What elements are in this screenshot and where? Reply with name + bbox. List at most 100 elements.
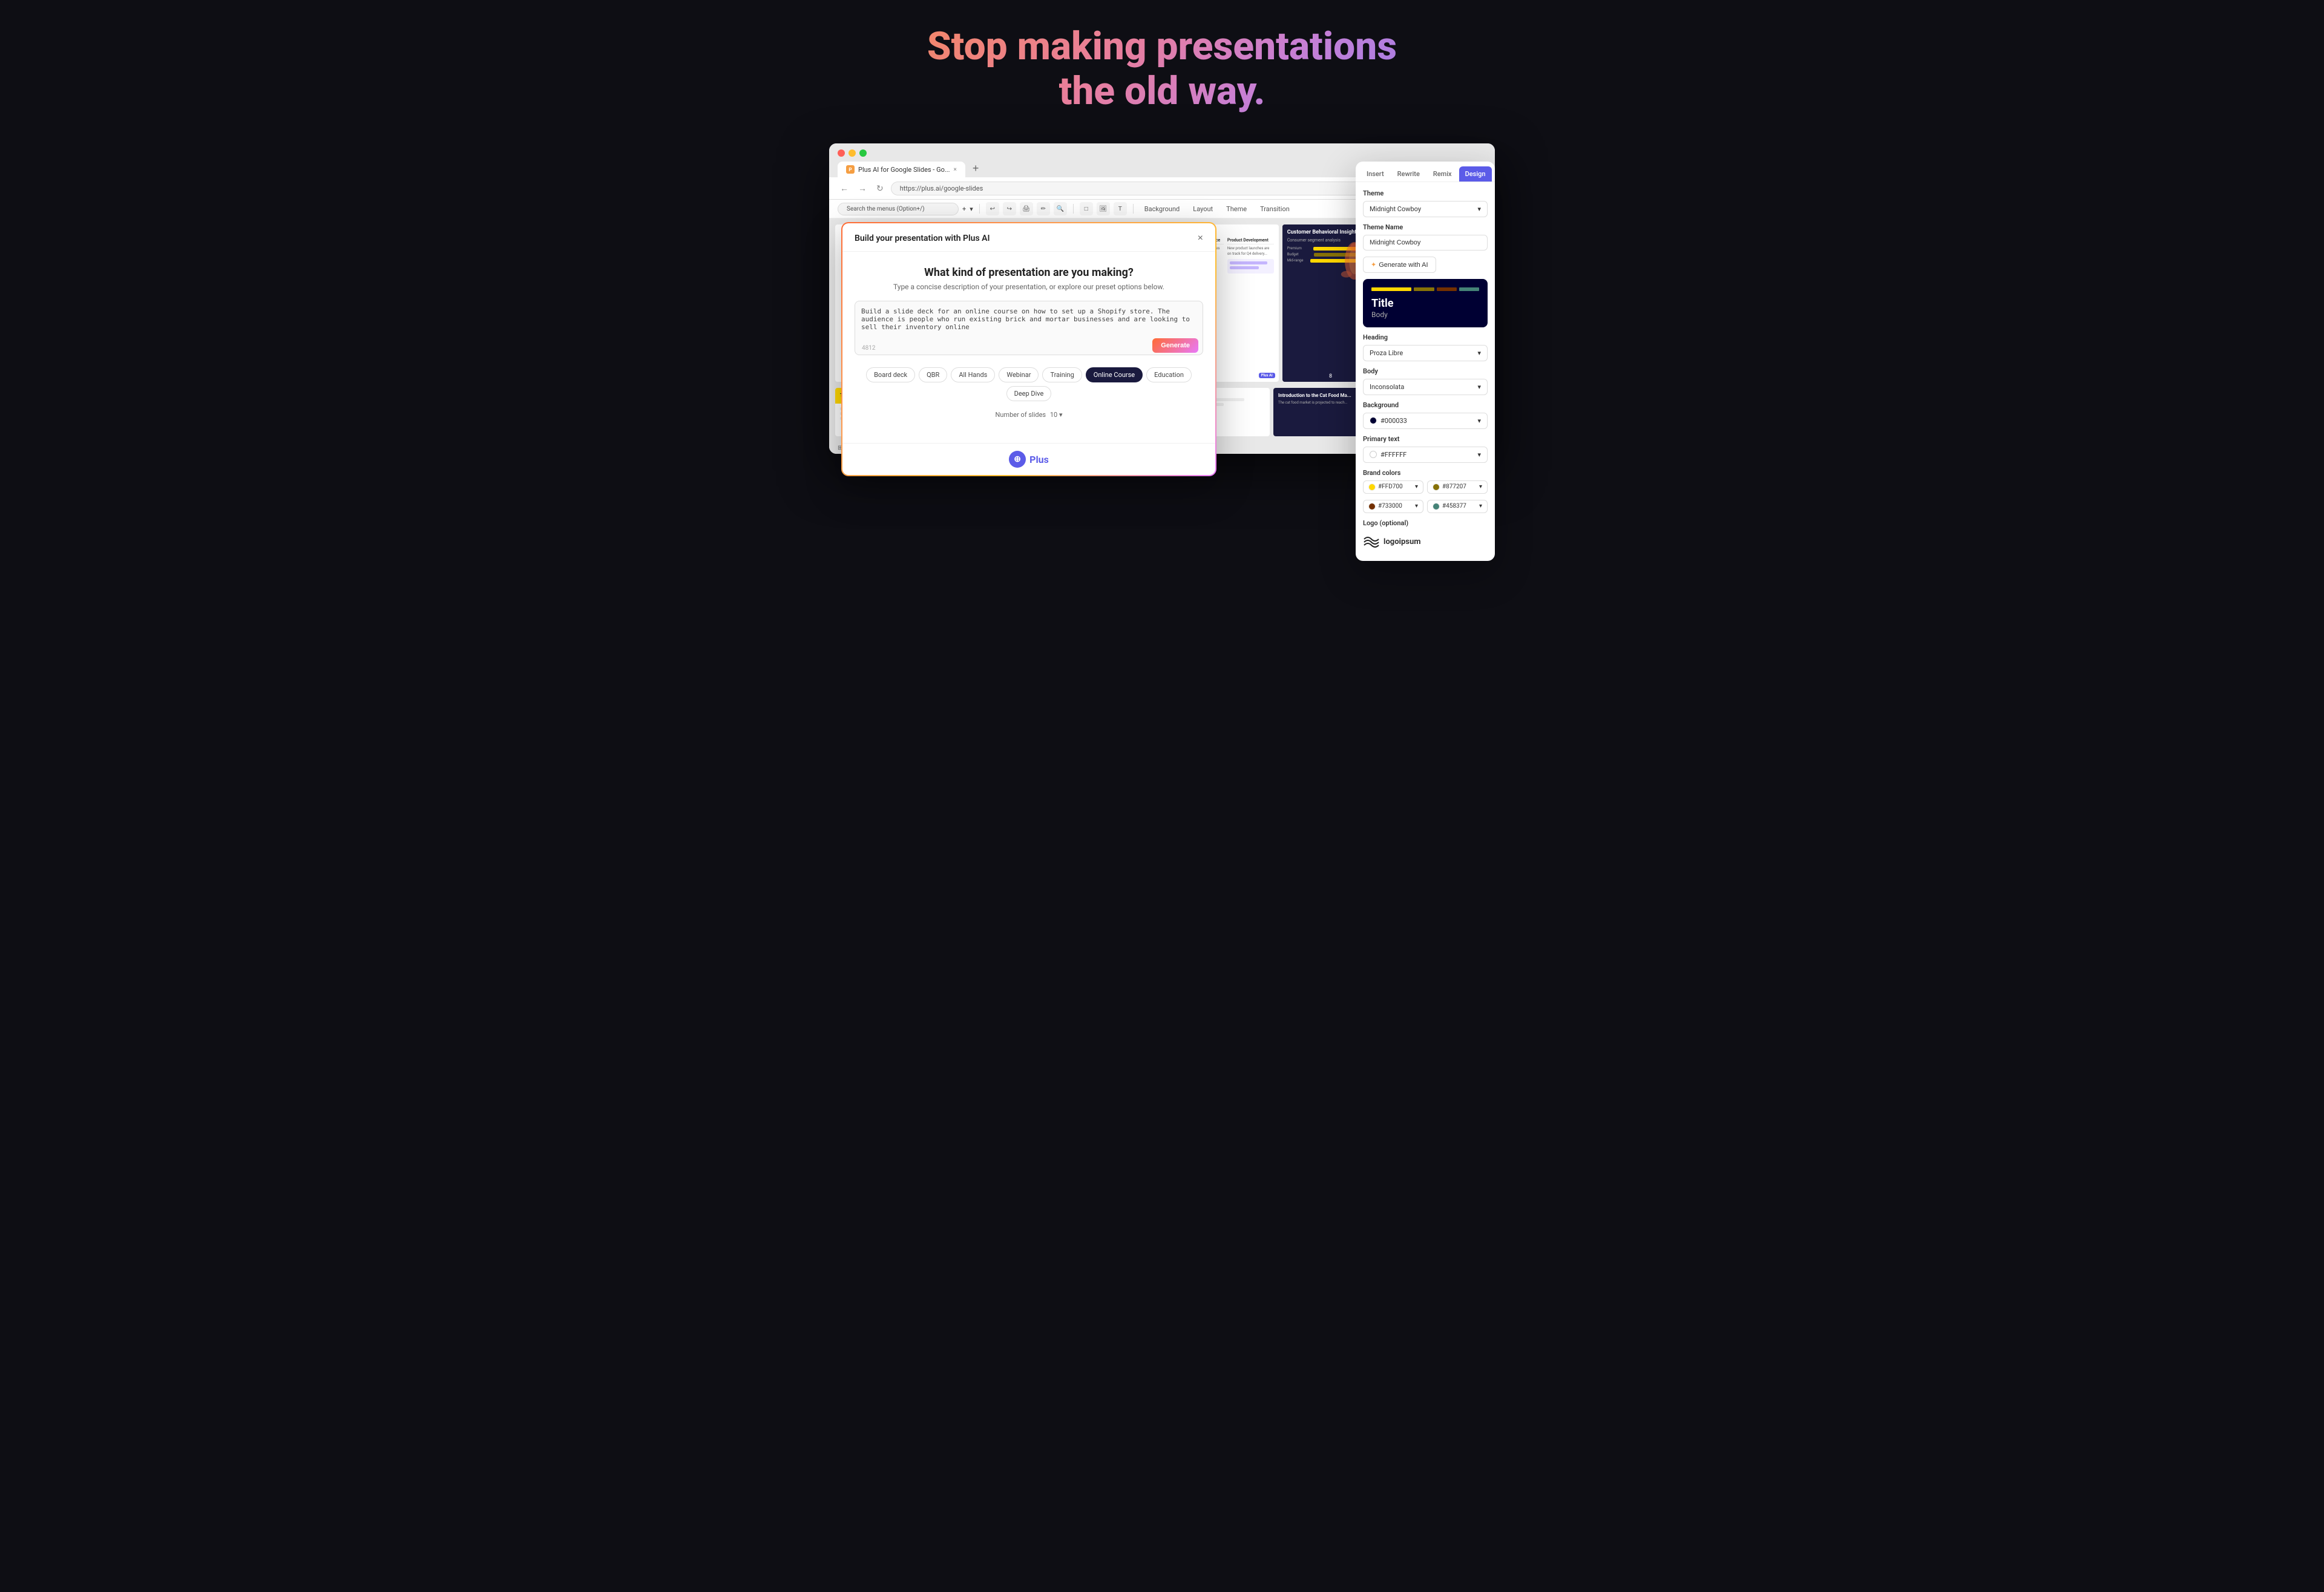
pt-value-text: #FFFFFF — [1380, 451, 1407, 459]
dialog-header: Build your presentation with Plus AI × — [842, 223, 1215, 252]
plus-badge-ceo: Plus AI — [1259, 373, 1275, 378]
reload-button[interactable]: ↻ — [874, 182, 886, 195]
zoom-button[interactable]: 🔍 — [1054, 202, 1067, 215]
brand-colors-row1: #FFD700 ▾ #877207 ▾ — [1363, 480, 1488, 494]
tab-rewrite[interactable]: Rewrite — [1391, 166, 1426, 182]
swatch-3-label: #733000 — [1378, 503, 1402, 509]
maximize-dot[interactable] — [859, 149, 867, 157]
sparkle-icon: ✦ — [1371, 261, 1376, 269]
brand-colors-label: Brand colors — [1363, 469, 1488, 477]
theme-chevron-icon: ▾ — [1477, 205, 1481, 213]
swatch-4-chevron: ▾ — [1479, 503, 1482, 509]
browser-dots — [838, 149, 1486, 157]
dialog-body: What kind of presentation are you making… — [842, 252, 1215, 443]
swatch-4-label: #458377 — [1442, 503, 1466, 509]
theme-name-input[interactable] — [1363, 235, 1488, 251]
theme-dropdown[interactable]: Midnight Cowboy ▾ — [1363, 201, 1488, 217]
pt-chevron-icon: ▾ — [1477, 451, 1481, 459]
brand-color-3[interactable]: #733000 ▾ — [1363, 500, 1423, 513]
toolbar-plus[interactable]: + — [962, 205, 966, 213]
transition-menu[interactable]: Transition — [1255, 203, 1295, 215]
chip-deep-dive[interactable]: Deep Dive — [1006, 386, 1052, 401]
hero-line2: the old way. — [1059, 68, 1265, 114]
layout-menu[interactable]: Layout — [1188, 203, 1218, 215]
chip-webinar[interactable]: Webinar — [999, 367, 1039, 382]
back-button[interactable]: ← — [838, 182, 851, 194]
hero-section: Stop making presentations the old way. — [927, 24, 1397, 113]
chip-qbr[interactable]: QBR — [919, 367, 947, 382]
body-label: Body — [1363, 367, 1488, 375]
panel-content: Theme Midnight Cowboy ▾ Theme Name ✦ Gen… — [1356, 182, 1495, 561]
plus-label: Plus — [1029, 454, 1049, 465]
chip-online-course[interactable]: Online Course — [1086, 367, 1143, 382]
tab-remix[interactable]: Remix — [1427, 166, 1458, 182]
background-menu[interactable]: Background — [1140, 203, 1184, 215]
theme-menu[interactable]: Theme — [1221, 203, 1252, 215]
active-tab[interactable]: P Plus AI for Google Slides - Go... × — [838, 162, 965, 177]
bg-value-row: #000033 — [1370, 417, 1407, 425]
count-chevron[interactable]: ▾ — [1059, 411, 1063, 419]
brand-color-1[interactable]: #FFD700 ▾ — [1363, 480, 1423, 494]
primary-text-dropdown[interactable]: #FFFFFF ▾ — [1363, 447, 1488, 463]
theme-preview-card: Title Body — [1363, 279, 1488, 327]
divider2 — [1073, 204, 1074, 214]
url-bar[interactable]: https://plus.ai/google-slides — [891, 182, 1433, 195]
tab-label: Plus AI for Google Slides - Go... — [858, 166, 950, 174]
minimize-dot[interactable] — [849, 149, 856, 157]
slides-count-value[interactable]: 10 ▾ — [1050, 411, 1063, 419]
swatch-3-chevron: ▾ — [1415, 503, 1418, 509]
preview-body: Body — [1371, 310, 1479, 319]
bar-dark-gold — [1414, 287, 1434, 291]
swatch-3-dot — [1368, 503, 1376, 510]
generate-ai-button[interactable]: ✦ Generate with AI — [1363, 257, 1436, 273]
presentation-input[interactable] — [855, 301, 1203, 355]
dialog-close-button[interactable]: × — [1198, 233, 1203, 244]
tab-insert[interactable]: Insert — [1361, 166, 1390, 182]
chip-row: Board deck QBR All Hands Webinar Trainin… — [855, 367, 1203, 401]
bg-label: Background — [1363, 401, 1488, 409]
chip-training[interactable]: Training — [1042, 367, 1082, 382]
heading-dropdown[interactable]: Proza Libre ▾ — [1363, 345, 1488, 361]
main-container: P Plus AI for Google Slides - Go... × + … — [829, 143, 1495, 454]
undo-button[interactable]: ↩ — [986, 202, 999, 215]
generate-ai-label: Generate with AI — [1379, 261, 1428, 269]
generate-button[interactable]: Generate — [1152, 338, 1198, 353]
close-dot[interactable] — [838, 149, 845, 157]
dialog-title: Build your presentation with Plus AI — [855, 234, 990, 243]
new-tab-button[interactable]: + — [968, 163, 984, 177]
theme-label: Theme — [1363, 189, 1488, 197]
divider3 — [1133, 204, 1134, 214]
paint-button[interactable]: ✏ — [1037, 202, 1050, 215]
slides-search[interactable]: Search the menus (Option+/) — [838, 203, 959, 215]
preview-title: Title — [1371, 297, 1479, 310]
body-value: Inconsolata — [1370, 383, 1404, 391]
tab-close-icon[interactable]: × — [954, 166, 957, 173]
ceo-p-l1 — [1230, 261, 1267, 264]
slides-count-label: Number of slides — [996, 411, 1046, 419]
primary-text-label: Primary text — [1363, 435, 1488, 443]
forward-button[interactable]: → — [856, 182, 869, 194]
shape-button[interactable]: □ — [1080, 202, 1093, 215]
toolbar-chevron[interactable]: ▾ — [970, 205, 973, 213]
logo-display: logoipsum — [1363, 536, 1488, 549]
body-dropdown[interactable]: Inconsolata ▾ — [1363, 379, 1488, 395]
ceo-preview — [1227, 259, 1274, 274]
heading-chevron-icon: ▾ — [1477, 349, 1481, 357]
redo-button[interactable]: ↪ — [1003, 202, 1016, 215]
bg-dropdown[interactable]: #000033 ▾ — [1363, 413, 1488, 429]
swatch-2-label: #877207 — [1442, 483, 1466, 490]
tab-design[interactable]: Design — [1459, 166, 1492, 182]
bg-chevron-icon: ▾ — [1477, 417, 1481, 425]
bg-value-text: #000033 — [1380, 417, 1407, 425]
build-dialog: Build your presentation with Plus AI × W… — [841, 222, 1216, 476]
chip-all-hands[interactable]: All Hands — [951, 367, 995, 382]
text-button[interactable]: T — [1114, 202, 1127, 215]
logo-label: Logo (optional) — [1363, 519, 1488, 527]
print-button[interactable]: 🖨 — [1020, 202, 1033, 215]
chip-board-deck[interactable]: Board deck — [866, 367, 915, 382]
design-panel: Insert Rewrite Remix Design Theme Midnig… — [1356, 162, 1495, 561]
brand-color-4[interactable]: #458377 ▾ — [1427, 500, 1488, 513]
image-button[interactable]: 🖼 — [1097, 202, 1110, 215]
chip-education[interactable]: Education — [1146, 367, 1192, 382]
brand-color-2[interactable]: #877207 ▾ — [1427, 480, 1488, 494]
